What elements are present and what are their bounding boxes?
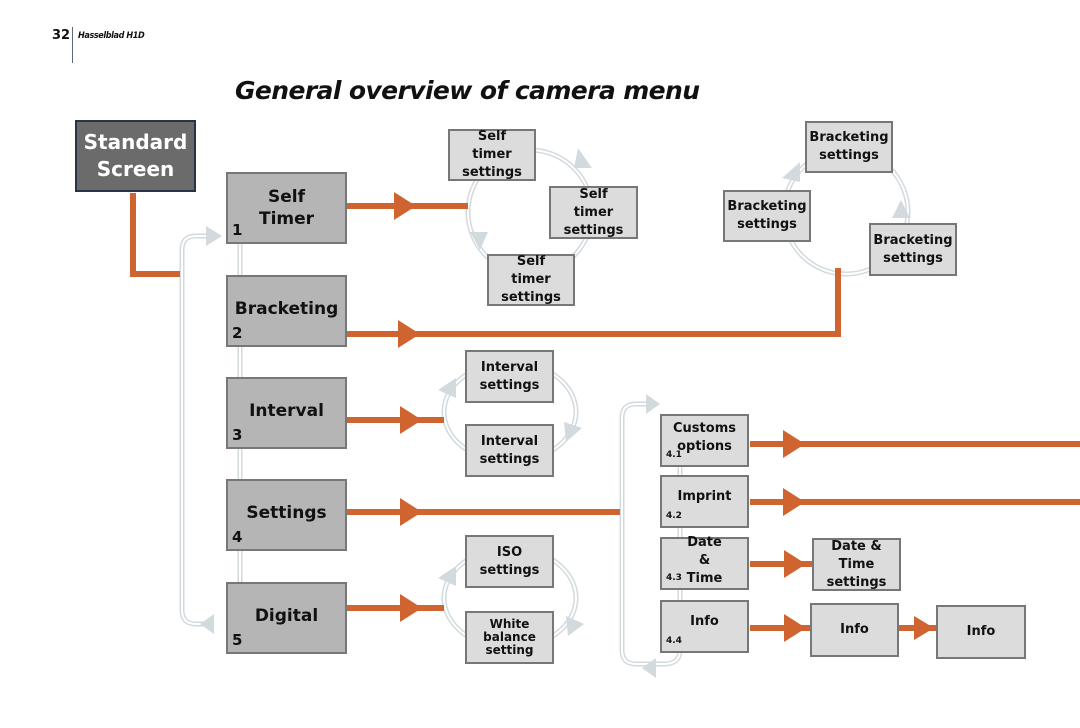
interval-settings-label: Interval settings [479,433,540,467]
arrow-right-icon [398,320,420,348]
menu-item-number: 5 [232,631,243,649]
info-label: Info [840,622,869,637]
standard-screen-box[interactable]: Standard Screen [75,120,196,192]
self-timer-settings-box[interactable]: Self timer settings [487,254,575,306]
iso-settings-box[interactable]: ISO settings [465,535,554,588]
submenu-item-date-time[interactable]: Date & Time 4.3 [660,534,749,590]
menu-item-bracketing[interactable]: Bracketing 2 [226,275,347,347]
interval-cycle-arrow-icon [564,422,582,442]
interval-settings-label: Interval settings [479,359,540,393]
bracketing-settings-label: Bracketing settings [809,130,889,163]
menu-item-label: Interval [249,401,324,421]
submenu-item-number: 4.4 [666,636,682,646]
menu-item-number: 1 [232,221,243,239]
submenu-item-number: 4.3 [666,573,682,583]
arrow-right-icon [400,406,422,434]
self-timer-settings-box[interactable]: Self timer settings [448,129,536,181]
bracketing-settings-box[interactable]: Bracketing settings [805,121,893,173]
menu-item-label: Self Timer [258,187,315,229]
page-number: 32 [52,28,71,43]
self-timer-cycle-arrow-icon [574,148,592,168]
white-balance-setting-label: White balance setting [483,617,536,657]
interval-settings-box[interactable]: Interval settings [465,424,554,477]
info-box[interactable]: Info [810,603,899,657]
menu-item-settings[interactable]: Settings 4 [226,479,347,551]
arrow-right-icon [914,616,934,640]
main-loop-arrow-icon [206,226,222,246]
info-label: Info [966,624,996,639]
menu-item-interval[interactable]: Interval 3 [226,377,347,449]
bracketing-cycle-arrow-icon [782,162,800,182]
arrow-right-icon [783,430,805,458]
arrow-right-icon [784,614,806,642]
date-time-settings-box[interactable]: Date & Time settings [812,538,901,591]
submenu-loop-arrow-icon [646,394,660,414]
bracketing-settings-box[interactable]: Bracketing settings [723,190,811,242]
digital-cycle-arrow-icon [566,616,584,636]
date-time-settings-label: Date & Time settings [826,538,887,590]
menu-item-digital[interactable]: Digital 5 [226,582,347,654]
submenu-item-customs-options[interactable]: Customs options 4.1 [660,414,749,467]
arrow-right-icon [400,594,422,622]
menu-item-label: Bracketing [234,299,339,319]
bracketing-settings-box[interactable]: Bracketing settings [869,223,957,276]
arrow-right-icon [783,488,805,516]
page-title: General overview of camera menu [235,76,700,105]
submenu-item-label: Date & Time [686,534,723,586]
iso-settings-label: ISO settings [479,544,540,578]
self-timer-settings-label: Self timer settings [462,129,522,180]
submenu-item-label: Info [690,613,719,629]
submenu-loop-arrow-icon [642,658,656,678]
menu-item-number: 3 [232,426,243,444]
info-detail-box[interactable]: Info [936,605,1026,659]
arrow-right-icon [784,550,806,578]
submenu-item-number: 4.2 [666,511,682,521]
submenu-item-label: Imprint [677,488,732,504]
submenu-item-label: Customs options [673,420,736,454]
arrow-right-icon [400,498,422,526]
submenu-item-number: 4.1 [666,450,682,460]
standard-screen-label: Standard Screen [83,130,188,181]
menu-item-label: Digital [254,606,319,626]
menu-item-label: Settings [246,503,327,523]
self-timer-settings-box[interactable]: Self timer settings [549,186,638,239]
book-title: Hasselblad H1D [78,31,145,41]
white-balance-setting-box[interactable]: White balance setting [465,611,554,664]
arrow-right-icon [394,192,416,220]
main-loop-arrow-icon [200,614,214,634]
submenu-item-info[interactable]: Info 4.4 [660,600,749,653]
submenu-item-imprint[interactable]: Imprint 4.2 [660,475,749,528]
bracketing-settings-label: Bracketing settings [727,199,807,232]
menu-item-number: 4 [232,528,243,546]
self-timer-settings-label: Self timer settings [501,254,561,305]
menu-item-number: 2 [232,324,243,342]
header-divider [72,27,73,63]
menu-item-self-timer[interactable]: Self Timer 1 [226,172,347,244]
self-timer-settings-label: Self timer settings [563,186,624,238]
interval-settings-box[interactable]: Interval settings [465,350,554,403]
bracketing-settings-label: Bracketing settings [873,232,953,266]
